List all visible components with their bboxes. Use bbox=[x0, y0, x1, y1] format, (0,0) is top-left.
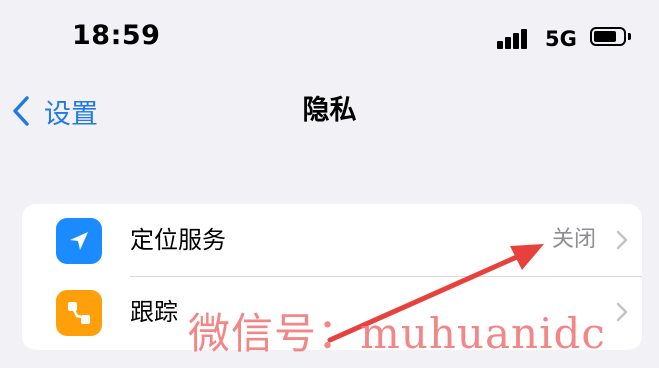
watermark-text: 微信号：muhuanidc bbox=[188, 309, 606, 358]
location-services-value: 关闭 bbox=[551, 227, 596, 252]
tracking-label: 跟踪 bbox=[130, 298, 178, 326]
chevron-right-icon bbox=[616, 230, 628, 250]
chevron-left-icon bbox=[13, 96, 29, 126]
back-label: 设置 bbox=[44, 98, 98, 130]
location-arrow-icon bbox=[56, 218, 102, 264]
status-bar: 18:59 5G bbox=[0, 0, 659, 80]
location-services-label: 定位服务 bbox=[130, 226, 226, 254]
status-time: 18:59 bbox=[72, 20, 161, 51]
navigation-bar: 隐私 设置 bbox=[0, 88, 659, 134]
page-title: 隐私 bbox=[302, 95, 357, 126]
battery-icon bbox=[590, 27, 634, 48]
chevron-right-icon bbox=[616, 302, 628, 322]
network-type: 5G bbox=[545, 27, 577, 51]
back-button[interactable]: 设置 bbox=[10, 88, 98, 134]
tracking-icon bbox=[56, 290, 102, 336]
location-services-row[interactable]: 定位服务 关闭 bbox=[22, 204, 642, 277]
signal-icon bbox=[497, 27, 533, 49]
